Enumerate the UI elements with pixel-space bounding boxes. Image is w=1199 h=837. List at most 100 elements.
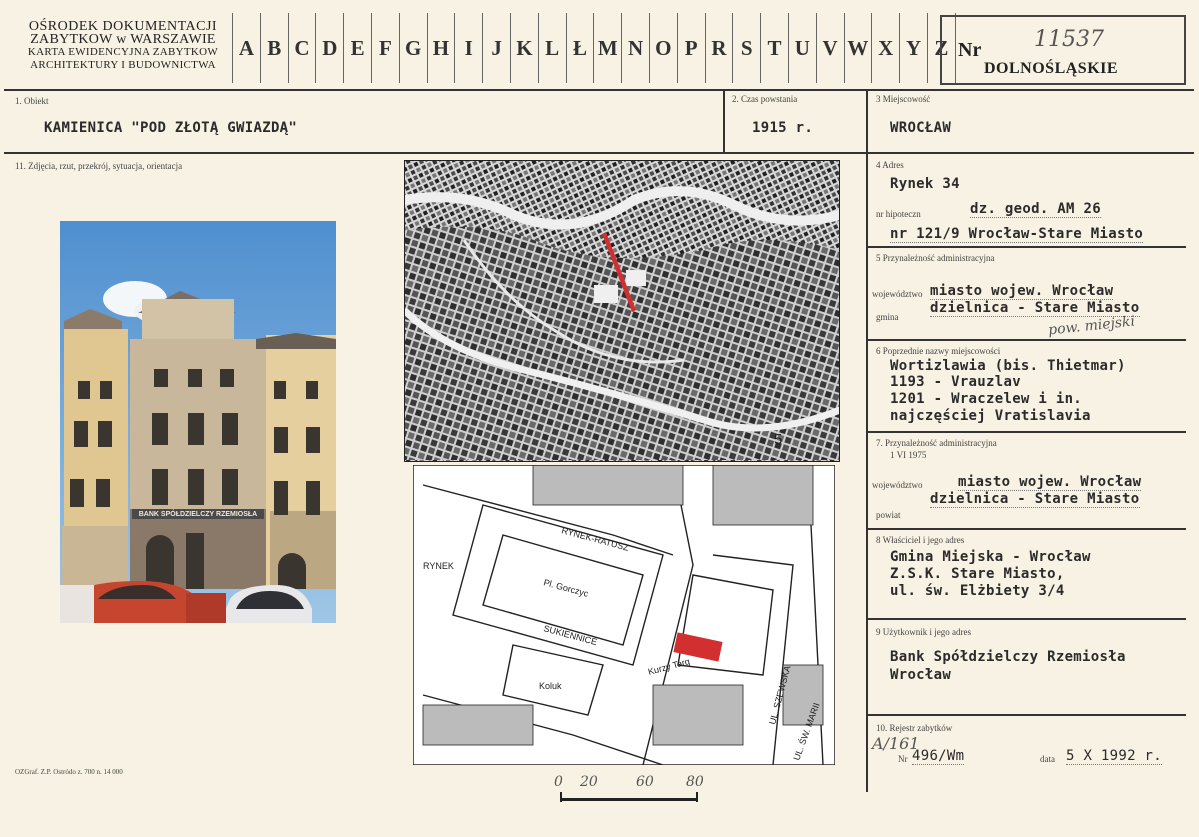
adres-value: Rynek 34 <box>890 176 960 192</box>
letter-g: G <box>398 13 427 83</box>
rule-r6 <box>866 714 1186 716</box>
letter-p: P <box>676 13 705 83</box>
rule-r5 <box>866 618 1186 620</box>
hipoteczny-label: nr hipoteczn <box>876 209 921 219</box>
letter-j: J <box>482 13 510 83</box>
data-label: data <box>1040 754 1055 764</box>
wlasciciel-label: 8 Właściciel i jego adres <box>876 535 965 545</box>
bank-sign: BANK SPÓŁDZIELCZY RZEMIOSŁA <box>139 509 257 518</box>
scale-notch-left <box>560 792 562 802</box>
letter-t: T <box>760 13 788 83</box>
rejestr-label: 10. Rejestr zabytków <box>876 723 953 733</box>
uzytkownik-line-1: Bank Spółdzielczy Rzemiosła <box>890 649 1126 665</box>
handwritten-note: pow. miejski <box>1047 313 1136 339</box>
rule-top <box>4 89 1194 91</box>
letter-c: C <box>287 13 316 83</box>
wojewodztwo2-label: województwo <box>872 480 923 490</box>
rule-r3 <box>866 431 1186 433</box>
letter-x: X <box>871 13 899 83</box>
scale-tick-80: 80 <box>686 774 704 790</box>
rule-right-column <box>866 152 868 792</box>
scale-tick-20: 20 <box>580 774 598 790</box>
wojewodztwo-label: województwo <box>872 289 923 299</box>
wlasciciel-line-2: Z.S.K. Stare Miasto, <box>890 566 1065 582</box>
miejscowosc-value: WROCŁAW <box>890 120 952 136</box>
letter-l-stroke: Ł <box>565 13 594 83</box>
letter-r: R <box>704 13 733 83</box>
data-value: 5 X 1992 r. <box>1066 748 1163 765</box>
obiekt-label: 1. Obiekt <box>15 96 49 106</box>
poprzednie-label: 6 Poprzednie nazwy miejscowości <box>876 346 1001 356</box>
letter-d: D <box>315 13 343 83</box>
nr-label: Nr <box>958 39 982 61</box>
uzytkownik-line-2: Wrocław <box>890 667 952 683</box>
rule-r1 <box>866 246 1186 248</box>
region-name: DOLNOŚLĄSKIE <box>984 60 1119 77</box>
wlasciciel-line-3: ul. św. Elżbiety 3/4 <box>890 583 1065 599</box>
scale-bar: 0 20 60 80 <box>540 772 730 812</box>
scale-notch-right <box>696 792 698 802</box>
letter-i: I <box>454 13 482 83</box>
letter-s: S <box>732 13 760 83</box>
wojewodztwo-value: miasto wojew. Wrocław <box>930 283 1114 300</box>
letter-n: N <box>621 13 649 83</box>
institution-line-2: ZABYTKOW w WARSZAWIE <box>30 32 216 47</box>
letter-u: U <box>787 13 816 83</box>
map-number: 5 <box>774 431 782 448</box>
printer-note: OZGraf. Z.P. Ostródo z. 700 n. 14 000 <box>15 768 123 776</box>
hipoteczny-value-2: nr 121/9 Wrocław-Stare Miasto <box>890 226 1144 243</box>
poprzednie-line-2: 1193 - Vrauzlav <box>890 374 1021 390</box>
letter-f: F <box>370 13 399 83</box>
uzytkownik-label: 9 Użytkownik i jego adres <box>876 627 971 637</box>
rule-row1 <box>4 152 1194 154</box>
rule-r2 <box>866 339 1186 341</box>
rule-row1-b <box>866 89 868 152</box>
przynaleznosc-label: 5 Przynależność administracyjna <box>876 253 995 263</box>
label-koluk: Koluk <box>539 681 562 691</box>
rejestr-nr-value: 496/Wm <box>912 748 965 765</box>
label-rynek: RYNEK <box>423 561 454 571</box>
letter-y: Y <box>899 13 927 83</box>
wojewodztwo2-value: miasto wojew. Wrocław <box>958 474 1142 491</box>
rule-row1-a <box>723 89 725 152</box>
nr-box: Nr 11537 DOLNOŚLĄSKIE <box>940 15 1186 85</box>
city-map: 5 <box>404 160 840 462</box>
institution-block: OŚRODEK DOKUMENTACJI ZABYTKOW w WARSZAWI… <box>12 20 234 72</box>
poprzednie-line-1: Wortizlawia (bis. Thietmar) <box>890 358 1126 374</box>
miejscowosc-label: 3 Miejscowość <box>876 94 931 104</box>
header: OŚRODEK DOKUMENTACJI ZABYTKOW w WARSZAWI… <box>0 0 1199 90</box>
building-photo: BANK SPÓŁDZIELCZY RZEMIOSŁA <box>60 221 336 623</box>
letter-k: K <box>509 13 538 83</box>
letter-e: E <box>343 13 371 83</box>
scale-tick-0: 0 <box>554 774 563 790</box>
obiekt-value: KAMIENICA "POD ZŁOTĄ GWIAZDĄ" <box>44 120 298 136</box>
letter-v: V <box>815 13 844 83</box>
photos-label: 11. Zdjęcia, rzut, przekrój, sytuacja, o… <box>15 161 183 171</box>
gmina-value: dzielnica - Stare Miasto <box>930 300 1140 317</box>
czas-value: 1915 r. <box>752 120 814 136</box>
scale-tick-60: 60 <box>636 774 654 790</box>
letter-w: W <box>843 13 872 83</box>
alphabet-index: A B C D E F G H I J K L Ł M N O P R S T … <box>232 13 956 83</box>
adres-label: 4 Adres <box>876 160 904 170</box>
gmina-label: gmina <box>876 312 899 322</box>
letter-l: L <box>537 13 566 83</box>
site-plan: RYNEK RYNEK-RATUSZ Pl. Gorczyc SUKIENNIC… <box>413 465 835 765</box>
scale-line <box>560 798 698 801</box>
letter-m: M <box>593 13 621 83</box>
czas-label: 2. Czas powstania <box>732 94 798 104</box>
institution-line-4: ARCHITEKTURY I BUDOWNICTWA <box>30 59 216 71</box>
rule-r4 <box>866 528 1186 530</box>
letter-o: O <box>648 13 677 83</box>
przynaleznosc2-label: 7. Przynależność administracyjna <box>876 438 997 448</box>
institution-line-3: KARTA EWIDENCYJNA ZABYTKOW <box>27 46 219 58</box>
letter-h: H <box>426 13 455 83</box>
przynaleznosc2-date: 1 VI 1975 <box>890 450 927 460</box>
poprzednie-line-3: 1201 - Wraczelew i in. <box>890 391 1083 407</box>
letter-b: B <box>259 13 288 83</box>
powiat-value: dzielnica - Stare Miasto <box>930 491 1140 508</box>
rejestr-nr-label: Nr <box>898 754 908 764</box>
powiat-label: powiat <box>876 510 901 520</box>
hipoteczny-value: dz. geod. AM 26 <box>970 201 1101 218</box>
letter-a: A <box>232 13 260 83</box>
